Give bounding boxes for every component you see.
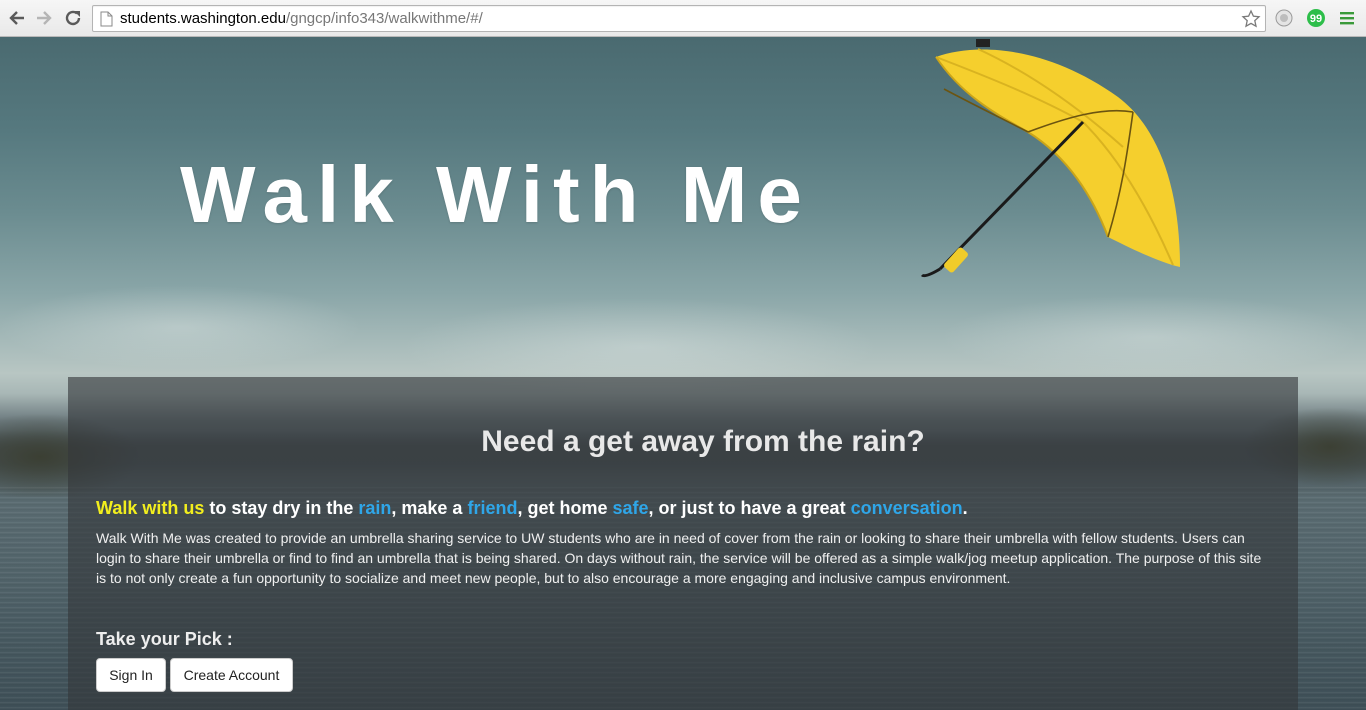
url-host: students.washington.edu — [120, 10, 286, 27]
tagline-text: , make a — [391, 498, 468, 518]
forward-icon[interactable] — [33, 7, 55, 29]
tagline-text: . — [962, 498, 968, 518]
url-path: /gngcp/info343/walkwithme/#/ — [285, 10, 483, 27]
page-background: Walk With Me Need a get away from the ra… — [0, 37, 1366, 710]
svg-text:99: 99 — [1310, 13, 1322, 25]
browser-toolbar: students.washington.edu/gngcp/info343/wa… — [0, 0, 1366, 37]
url-text[interactable]: students.washington.edu/gngcp/info343/wa… — [120, 10, 483, 27]
create-account-button[interactable]: Create Account — [170, 658, 293, 692]
tagline-conversation: conversation — [850, 498, 963, 518]
page-icon — [100, 11, 113, 27]
tagline-walk-with-us: Walk with us — [96, 498, 205, 518]
tagline-rain: rain — [358, 498, 392, 518]
tagline-friend: friend — [467, 498, 518, 518]
tagline-safe: safe — [612, 498, 649, 518]
panel-headline: Need a get away from the rain? — [481, 425, 925, 458]
reload-icon[interactable] — [62, 7, 84, 29]
tagline-text: , or just to have a great — [648, 498, 851, 518]
evernote-icon[interactable]: 99 — [1306, 8, 1326, 28]
hero-title: Walk With Me — [180, 150, 812, 239]
sign-in-button[interactable]: Sign In — [96, 658, 166, 692]
menu-icon[interactable] — [1338, 9, 1356, 27]
description-text: Walk With Me was created to provide an u… — [96, 530, 1262, 586]
back-icon[interactable] — [6, 7, 28, 29]
content-panel: Need a get away from the rain? Walk with… — [68, 377, 1298, 710]
address-bar[interactable]: students.washington.edu/gngcp/info343/wa… — [92, 5, 1266, 32]
tagline: Walk with us to stay dry in the rain, ma… — [96, 498, 968, 519]
extension-icon[interactable] — [1274, 8, 1294, 28]
tagline-text: to stay dry in the — [204, 498, 359, 518]
pick-label: Take your Pick : — [96, 629, 233, 649]
umbrella-image — [920, 39, 1180, 278]
tagline-text: , get home — [517, 498, 613, 518]
bookmark-star-icon[interactable] — [1241, 9, 1261, 29]
